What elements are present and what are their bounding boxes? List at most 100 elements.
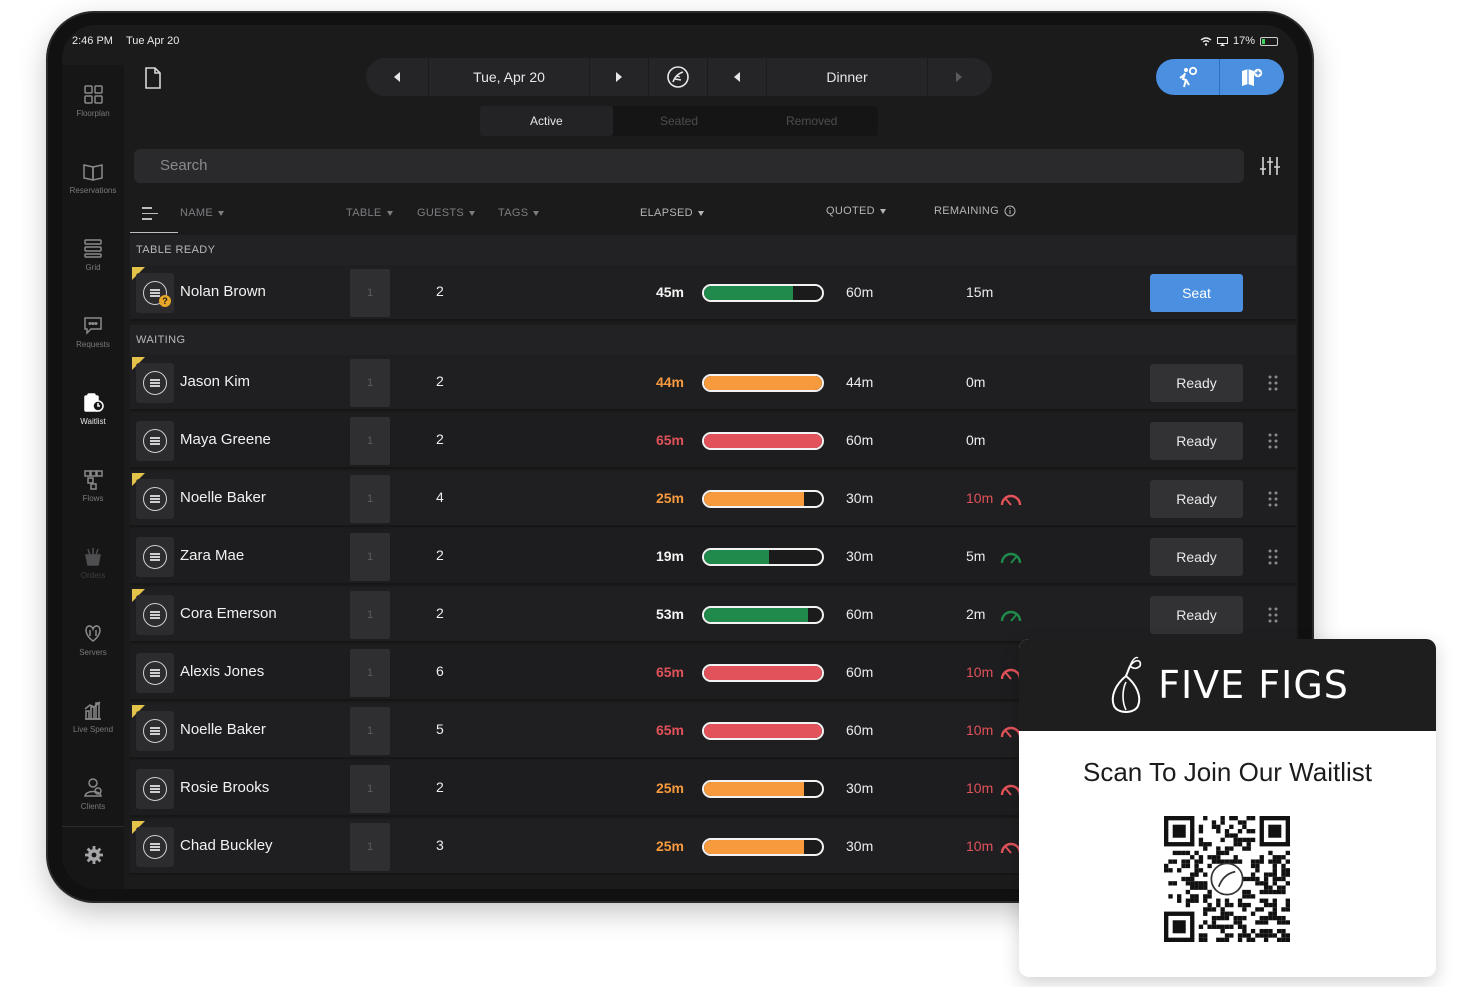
table-row[interactable]: Jason Kim 1 2 44m 44m 0m Ready <box>130 355 1296 411</box>
ready-button[interactable]: Ready <box>1150 538 1243 576</box>
sidebar-item-orders[interactable]: Orders <box>62 537 124 597</box>
search-input[interactable]: Search <box>134 149 1244 183</box>
tab-active[interactable]: Active <box>480 106 613 136</box>
sidebar-item-reservations[interactable]: Reservations <box>62 152 124 212</box>
party-avatar[interactable] <box>136 537 174 577</box>
drag-handle-icon[interactable] <box>1268 607 1278 623</box>
col-table[interactable]: TABLE <box>346 207 393 219</box>
col-quoted[interactable]: QUOTED <box>826 205 886 217</box>
table-number[interactable]: 1 <box>350 533 390 581</box>
filter-sliders-icon[interactable] <box>1259 155 1281 177</box>
table-row[interactable]: ? Nolan Brown 1 2 45m 60m 15m Seat <box>130 265 1296 321</box>
party-avatar[interactable] <box>136 479 174 519</box>
document-icon[interactable] <box>144 67 162 89</box>
elapsed-time: 65m <box>655 432 684 448</box>
sidebar-item-label: Flows <box>82 494 104 503</box>
ready-button[interactable]: Ready <box>1150 480 1243 518</box>
party-avatar[interactable] <box>136 653 174 693</box>
ready-button[interactable]: Ready <box>1150 364 1243 402</box>
tab-seated[interactable]: Seated <box>613 106 746 136</box>
sort-caret-icon <box>469 210 476 216</box>
quoted-time: 60m <box>846 284 874 300</box>
remaining-time: 15m <box>966 284 994 300</box>
guest-name[interactable]: Chad Buckley <box>180 837 273 854</box>
party-avatar[interactable] <box>136 769 174 809</box>
sidebar-item-clients[interactable]: Clients <box>62 768 124 828</box>
next-date-button[interactable] <box>590 58 648 96</box>
info-icon[interactable] <box>1004 205 1016 217</box>
seat-button[interactable]: Seat <box>1150 274 1243 312</box>
pace-gauge-icon <box>1000 494 1022 506</box>
floorplan-icon <box>84 85 103 104</box>
sidebar: Floorplan Reservations Grid Requests Waitlis… <box>62 65 124 889</box>
guest-name[interactable]: Zara Mae <box>180 547 244 564</box>
guest-name[interactable]: Nolan Brown <box>180 283 266 300</box>
drag-handle-icon[interactable] <box>1268 375 1278 391</box>
guest-name[interactable]: Alexis Jones <box>180 663 264 680</box>
col-tags[interactable]: TAGS <box>498 207 540 219</box>
table-number[interactable]: 1 <box>350 269 390 317</box>
ready-button[interactable]: Ready <box>1150 422 1243 460</box>
col-remaining[interactable]: REMAINING <box>934 205 1016 217</box>
elapsed-progress-bar <box>702 780 824 798</box>
table-number[interactable]: 1 <box>350 591 390 639</box>
qr-code-image[interactable] <box>1164 816 1290 942</box>
party-avatar[interactable] <box>136 363 174 403</box>
table-number[interactable]: 1 <box>350 823 390 871</box>
table-row[interactable]: Cora Emerson 1 2 53m 60m 2m Ready <box>130 587 1296 643</box>
sidebar-item-servers[interactable]: Servers <box>62 614 124 674</box>
map-add-button[interactable] <box>1220 59 1284 95</box>
tab-removed[interactable]: Removed <box>745 106 878 136</box>
party-avatar[interactable] <box>136 711 174 751</box>
prev-service-button[interactable] <box>708 58 766 96</box>
table-number[interactable]: 1 <box>350 765 390 813</box>
party-avatar[interactable] <box>136 827 174 867</box>
table-number[interactable]: 1 <box>350 707 390 755</box>
drag-handle-icon[interactable] <box>1268 549 1278 565</box>
party-avatar[interactable] <box>136 421 174 461</box>
sidebar-item-waitlist[interactable]: Waitlist <box>62 383 124 443</box>
guest-name[interactable]: Noelle Baker <box>180 721 266 738</box>
chart-icon <box>84 701 101 720</box>
guest-name[interactable]: Noelle Baker <box>180 489 266 506</box>
drag-handle-icon[interactable] <box>1268 433 1278 449</box>
elapsed-progress-bar <box>702 838 824 856</box>
table-row[interactable]: Zara Mae 1 2 19m 30m 5m Ready <box>130 529 1296 585</box>
list-menu-icon[interactable] <box>130 195 178 233</box>
gear-icon[interactable] <box>84 845 104 865</box>
col-guests[interactable]: GUESTS <box>417 207 476 219</box>
guest-name[interactable]: Cora Emerson <box>180 605 277 622</box>
sidebar-item-live-spend[interactable]: Live Spend <box>62 691 124 751</box>
prev-date-button[interactable] <box>366 58 428 96</box>
table-number[interactable]: 1 <box>350 359 390 407</box>
elapsed-progress-bar <box>702 548 824 566</box>
remaining-time: 0m <box>966 432 986 448</box>
table-number[interactable]: 1 <box>350 417 390 465</box>
table-number[interactable]: 1 <box>350 649 390 697</box>
walk-in-button[interactable] <box>1156 59 1220 95</box>
drag-handle-icon[interactable] <box>1268 491 1278 507</box>
date-label[interactable]: Tue, Apr 20 <box>429 58 589 96</box>
battery-percent: 17% <box>1232 35 1255 47</box>
brand-logo-button[interactable] <box>649 58 707 96</box>
next-service-button[interactable] <box>928 58 990 96</box>
service-label[interactable]: Dinner <box>767 58 927 96</box>
party-avatar[interactable] <box>136 595 174 635</box>
fig-logo-icon <box>1111 656 1142 713</box>
guest-name[interactable]: Maya Greene <box>180 431 271 448</box>
sidebar-item-floorplan[interactable]: Floorplan <box>62 75 124 135</box>
table-row[interactable]: Noelle Baker 1 4 25m 30m 10m Ready <box>130 471 1296 527</box>
ready-button[interactable]: Ready <box>1150 596 1243 634</box>
party-avatar[interactable]: ? <box>136 273 174 313</box>
col-elapsed[interactable]: ELAPSED <box>640 207 704 219</box>
sidebar-item-flows[interactable]: Flows <box>62 460 124 520</box>
chevron-right-icon <box>616 72 622 82</box>
sidebar-item-grid[interactable]: Grid <box>62 229 124 289</box>
table-row[interactable]: Maya Greene 1 2 65m 60m 0m Ready <box>130 413 1296 469</box>
elapsed-time: 53m <box>655 606 684 622</box>
guest-name[interactable]: Jason Kim <box>180 373 250 390</box>
table-number[interactable]: 1 <box>350 475 390 523</box>
sidebar-item-requests[interactable]: Requests <box>62 306 124 366</box>
col-name[interactable]: NAME <box>180 207 224 219</box>
guest-name[interactable]: Rosie Brooks <box>180 779 269 796</box>
